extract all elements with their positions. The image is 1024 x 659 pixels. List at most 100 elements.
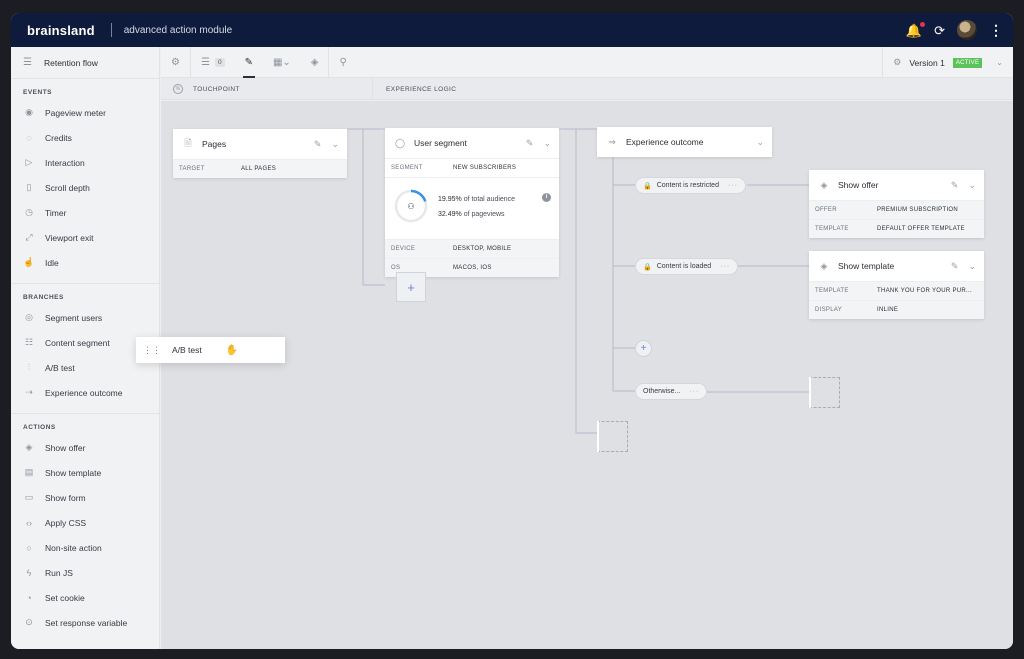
checklist-tool[interactable]: ☰ 0 [191, 47, 235, 78]
page-icon: 🗎 [184, 138, 192, 148]
sidebar-item-set-response-variable[interactable]: ⊙ Set response variable [11, 610, 159, 635]
more-icon[interactable]: ··· [728, 182, 738, 189]
settings-tool[interactable]: ⚙ [161, 47, 190, 78]
audience-pct: 19.95% [438, 196, 462, 203]
card-actions: ✎ ⌄ [951, 170, 976, 200]
drop-placeholder[interactable] [597, 421, 628, 452]
bar-chart-icon: ▦⌄ [272, 56, 291, 68]
flow-title: Retention flow [43, 57, 98, 68]
module-title: advanced action module [123, 24, 233, 36]
show-template-card[interactable]: ◈ Show template ✎ ⌄ TEMPLATE THANK YOU F… [809, 251, 984, 319]
experience-outcome-card[interactable]: ⇒ Experience outcome ⌄ [597, 127, 772, 157]
lock-icon: 🔒 [643, 263, 652, 271]
status-badge: ACTIVE [952, 57, 983, 68]
version-selector[interactable]: ⚙ Version 1 ACTIVE ⌄ [882, 47, 1013, 78]
touchpoint-column: % TOUCHPOINT [173, 78, 240, 100]
kebab-icon[interactable]: ⋮ [989, 22, 1003, 39]
sidebar-item-label: A/B test [45, 362, 75, 373]
logic-label: EXPERIENCE LOGIC [386, 85, 457, 93]
row-value: THANK YOU FOR YOUR PUR... [877, 288, 972, 294]
sidebar-item-apply-css[interactable]: ‹› Apply CSS [11, 510, 159, 535]
pencil-icon[interactable]: ✎ [951, 180, 959, 191]
stats-tool[interactable]: ▦⌄ [263, 47, 301, 78]
bell-icon[interactable]: 🔔 [906, 21, 926, 37]
section-events: EVENTS [23, 89, 53, 96]
sidebar-item-run-js[interactable]: ϟ Run JS [11, 560, 159, 585]
sidebar-item-label: Show offer [45, 442, 86, 453]
card-title: Show template [838, 261, 895, 271]
user-segment-card[interactable]: ◯ User segment ✎ ⌄ SEGMENT NEW SUBSCRIBE… [385, 128, 559, 277]
layers-icon: ◈ [820, 260, 828, 271]
sidebar-item-scroll-depth[interactable]: ▯ Scroll depth [11, 175, 159, 200]
sidebar-item-idle[interactable]: ☝ Idle [11, 250, 159, 275]
drop-placeholder[interactable] [809, 377, 840, 408]
dragged-ab-test[interactable]: ⋮⋮ A/B test ✋ [136, 337, 285, 363]
sidebar-item-non-site-action[interactable]: ○ Non-site action [11, 535, 159, 560]
layers-icon: ◈ [25, 442, 33, 452]
section-branches: BRANCHES [23, 294, 64, 301]
brand-logo[interactable]: brainsland [27, 23, 95, 38]
show-offer-card[interactable]: ◈ Show offer ✎ ⌄ OFFER PREMIUM SUBSCRIPT… [809, 170, 984, 238]
chevron-down-icon[interactable]: ⌄ [331, 139, 339, 150]
pencil-icon: ✎ [244, 56, 253, 68]
connector-line [575, 129, 597, 434]
pencil-icon[interactable]: ✎ [526, 138, 534, 149]
add-condition-button[interactable]: + [635, 340, 652, 357]
row-key: SEGMENT [391, 165, 423, 171]
more-icon[interactable]: ··· [720, 263, 730, 270]
row-key: TARGET [179, 166, 205, 172]
more-icon[interactable]: ··· [689, 388, 699, 395]
connector-line [612, 371, 635, 392]
sidebar-item-show-form[interactable]: ▭ Show form [11, 485, 159, 510]
sidebar-item-label: Timer [45, 207, 67, 218]
code-icon: ‹› [26, 517, 32, 528]
brand-divider [110, 23, 112, 37]
layers-tool[interactable]: ◈ [301, 47, 329, 78]
add-step-button[interactable]: + [396, 272, 426, 302]
card-header: ◈ Show template ✎ ⌄ [809, 251, 984, 281]
flow-canvas[interactable]: 🗎 Pages ✎ ⌄ TARGET ALL PAGES ◯ User segm… [161, 101, 1013, 649]
sidebar-item-show-template[interactable]: ▤ Show template [11, 460, 159, 485]
info-icon[interactable]: i [542, 193, 551, 202]
pages-card[interactable]: 🗎 Pages ✎ ⌄ TARGET ALL PAGES [173, 129, 347, 178]
credits-icon: ◌ [26, 132, 32, 143]
eye-icon: ◉ [25, 107, 33, 117]
menu-icon[interactable]: ☰ [23, 57, 32, 68]
logic-column: EXPERIENCE LOGIC [372, 78, 456, 100]
card-actions: ✎ ⌄ [951, 251, 976, 281]
outcome-icon: ⇒ [608, 136, 616, 147]
sidebar-item-label: Credits [45, 132, 72, 143]
pencil-icon[interactable]: ✎ [951, 261, 959, 272]
edit-tool[interactable]: ✎ [235, 47, 263, 78]
row-value: DEFAULT OFFER TEMPLATE [877, 226, 965, 232]
history-icon[interactable]: ⟳ [934, 24, 945, 37]
sidebar-item-segment-users[interactable]: ◎ Segment users [11, 305, 159, 330]
condition-restricted[interactable]: 🔒 Content is restricted ··· [635, 177, 746, 194]
chevron-down-icon[interactable]: ⌄ [968, 261, 976, 272]
condition-otherwise[interactable]: Otherwise... ··· [635, 383, 708, 400]
sidebar-item-experience-outcome[interactable]: ⇢ Experience outcome [11, 380, 159, 405]
sidebar-item-pageview-meter[interactable]: ◉ Pageview meter [11, 100, 159, 125]
clock-icon: ◷ [25, 207, 33, 217]
sidebar-item-label: Interaction [45, 157, 85, 168]
condition-loaded[interactable]: 🔒 Content is loaded ··· [635, 258, 739, 275]
sidebar-item-label: Show form [45, 492, 86, 503]
row-value: NEW SUBSCRIBERS [453, 165, 517, 171]
sidebar-item-credits[interactable]: ◌ Credits [11, 125, 159, 150]
chevron-down-icon[interactable]: ⌄ [756, 137, 764, 148]
chevron-down-icon[interactable]: ⌄ [968, 180, 976, 191]
sidebar-item-label: Idle [45, 257, 59, 268]
avatar[interactable] [957, 20, 977, 40]
search-tool[interactable]: ⚲ [329, 47, 356, 78]
sidebar-item-interaction[interactable]: ▷ Interaction [11, 150, 159, 175]
sidebar-item-set-cookie[interactable]: ◔ Set cookie [11, 585, 159, 610]
sidebar-item-show-offer[interactable]: ◈ Show offer [11, 435, 159, 460]
users-icon: ⚇ [407, 202, 414, 211]
sidebar-header[interactable]: ☰ Retention flow [11, 47, 159, 79]
chevron-down-icon[interactable]: ⌄ [543, 138, 551, 149]
pencil-icon[interactable]: ✎ [314, 139, 322, 150]
sidebar-item-viewport-exit[interactable]: ⤢ Viewport exit [11, 225, 159, 250]
cookie-icon: ◔ [26, 592, 32, 603]
sidebar-item-timer[interactable]: ◷ Timer [11, 200, 159, 225]
idle-icon: ☝ [23, 257, 35, 267]
